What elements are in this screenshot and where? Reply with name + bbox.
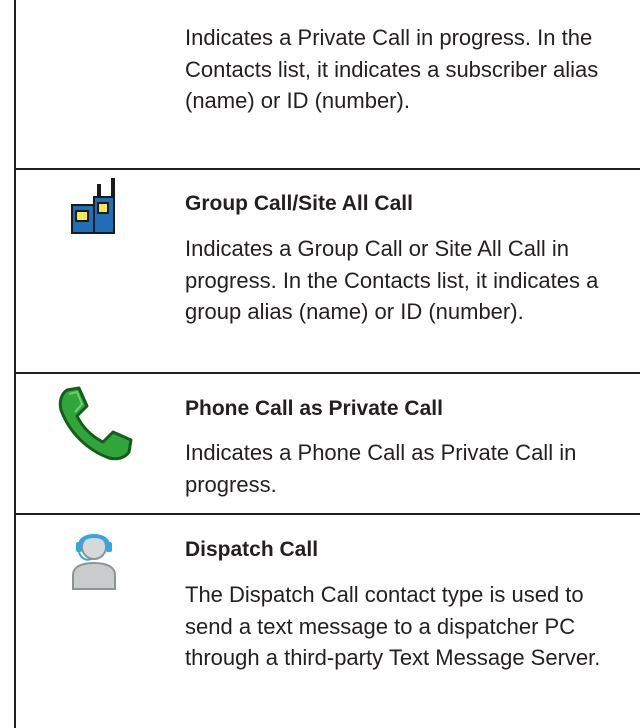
- row-title: Phone Call as Private Call: [185, 397, 443, 420]
- text-cell: Indicates a Private Call in progress. In…: [185, 0, 640, 117]
- dispatcher-headset-icon: [72, 534, 116, 590]
- text-cell: Dispatch Call The Dispatch Call contact …: [185, 515, 640, 674]
- row-title: Group Call/Site All Call: [185, 192, 413, 215]
- row-description: Indicates a Group Call or Site All Call …: [185, 236, 599, 324]
- table-row-group-call: Group Call/Site All Call Indicates a Gro…: [15, 170, 640, 374]
- group-call-radios-icon: [71, 178, 115, 234]
- row-description: Indicates a Phone Call as Private Call i…: [185, 440, 577, 497]
- text-cell: Phone Call as Private Call Indicates a P…: [185, 374, 640, 500]
- icon-definition-table: Indicates a Private Call in progress. In…: [15, 0, 640, 728]
- row-description: Indicates a Private Call in progress. In…: [185, 25, 599, 113]
- table-row-phone-call: Phone Call as Private Call Indicates a P…: [15, 374, 640, 515]
- table-row-private-call: Indicates a Private Call in progress. In…: [15, 0, 640, 170]
- row-title: Dispatch Call: [185, 538, 319, 561]
- green-phone-handset-icon: [58, 386, 133, 461]
- text-cell: Group Call/Site All Call Indicates a Gro…: [185, 170, 640, 328]
- table-row-dispatch-call: Dispatch Call The Dispatch Call contact …: [15, 515, 640, 728]
- row-description: The Dispatch Call contact type is used t…: [185, 582, 601, 670]
